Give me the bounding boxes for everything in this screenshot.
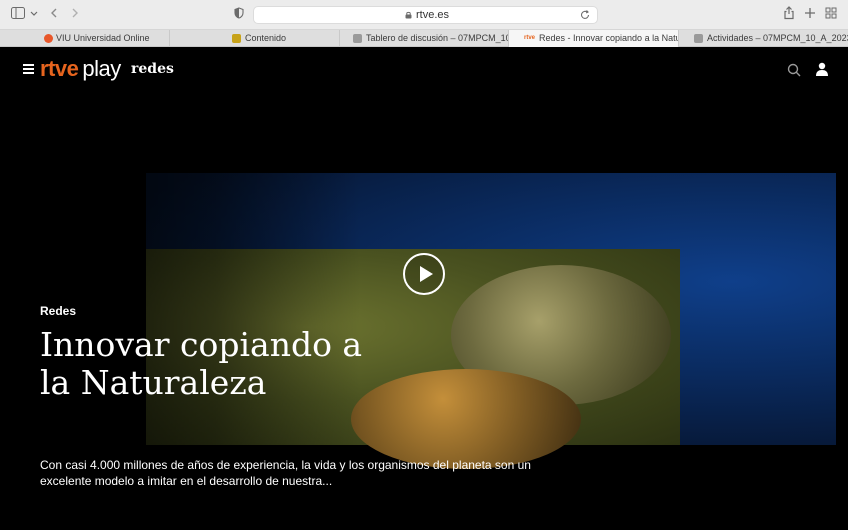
tab-overview-icon[interactable]	[825, 6, 837, 24]
menu-icon[interactable]	[23, 64, 34, 74]
tab-label: Contenido	[245, 33, 287, 43]
viu-favicon-icon	[44, 34, 53, 43]
user-icon[interactable]	[815, 62, 829, 76]
rtve-favicon-icon: rtve	[524, 35, 536, 41]
play-button[interactable]	[403, 253, 445, 295]
forward-icon[interactable]	[70, 6, 80, 24]
tab-label: Redes - Innovar copiando a la Naturaleza	[539, 33, 678, 43]
tab-label: VIU Universidad Online	[56, 33, 150, 43]
tab-label: Tablero de discusión – 07MPCM_10_A_2...	[366, 33, 508, 43]
reload-icon[interactable]	[579, 9, 591, 21]
tab-tablero[interactable]: Tablero de discusión – 07MPCM_10_A_2...	[340, 30, 509, 47]
tab-bar: VIU Universidad Online Contenido Tablero…	[0, 30, 848, 47]
rtve-play-logo[interactable]: rtve play	[40, 56, 121, 82]
tab-viu[interactable]: VIU Universidad Online	[0, 30, 170, 47]
browser-toolbar: rtve.es	[0, 0, 848, 30]
rtve-page: Redes Innovar copiando a la Naturaleza C…	[0, 47, 848, 530]
program-name[interactable]: Redes	[40, 304, 76, 318]
logo-rtve: rtve	[40, 56, 79, 81]
share-icon[interactable]	[783, 6, 795, 24]
section-title[interactable]: redes	[131, 61, 174, 77]
sidebar-toggle-icon[interactable]	[11, 6, 25, 24]
address-bar[interactable]: rtve.es	[253, 6, 598, 24]
back-icon[interactable]	[49, 6, 59, 24]
search-icon[interactable]	[787, 63, 801, 77]
episode-title: Innovar copiando a la Naturaleza	[40, 325, 363, 402]
tab-contenido[interactable]: Contenido	[170, 30, 340, 47]
url-text: rtve.es	[415, 9, 449, 21]
privacy-shield-icon[interactable]	[234, 6, 244, 24]
chevron-down-icon[interactable]	[30, 6, 38, 24]
new-tab-icon[interactable]	[804, 6, 816, 24]
u-favicon-icon	[353, 34, 362, 43]
tab-label: Actividades – 07MPCM_10_A_2023-24_...	[707, 33, 848, 43]
u-favicon-icon	[694, 34, 703, 43]
logo-play: play	[82, 56, 121, 81]
tab-redes[interactable]: rtve Redes - Innovar copiando a la Natur…	[509, 30, 679, 47]
contenido-favicon-icon	[232, 34, 241, 43]
tab-actividades[interactable]: Actividades – 07MPCM_10_A_2023-24_...	[679, 30, 848, 47]
hero: Redes Innovar copiando a la Naturaleza C…	[0, 47, 848, 530]
episode-description: Con casi 4.000 millones de años de exper…	[40, 458, 531, 488]
play-icon	[420, 266, 433, 282]
